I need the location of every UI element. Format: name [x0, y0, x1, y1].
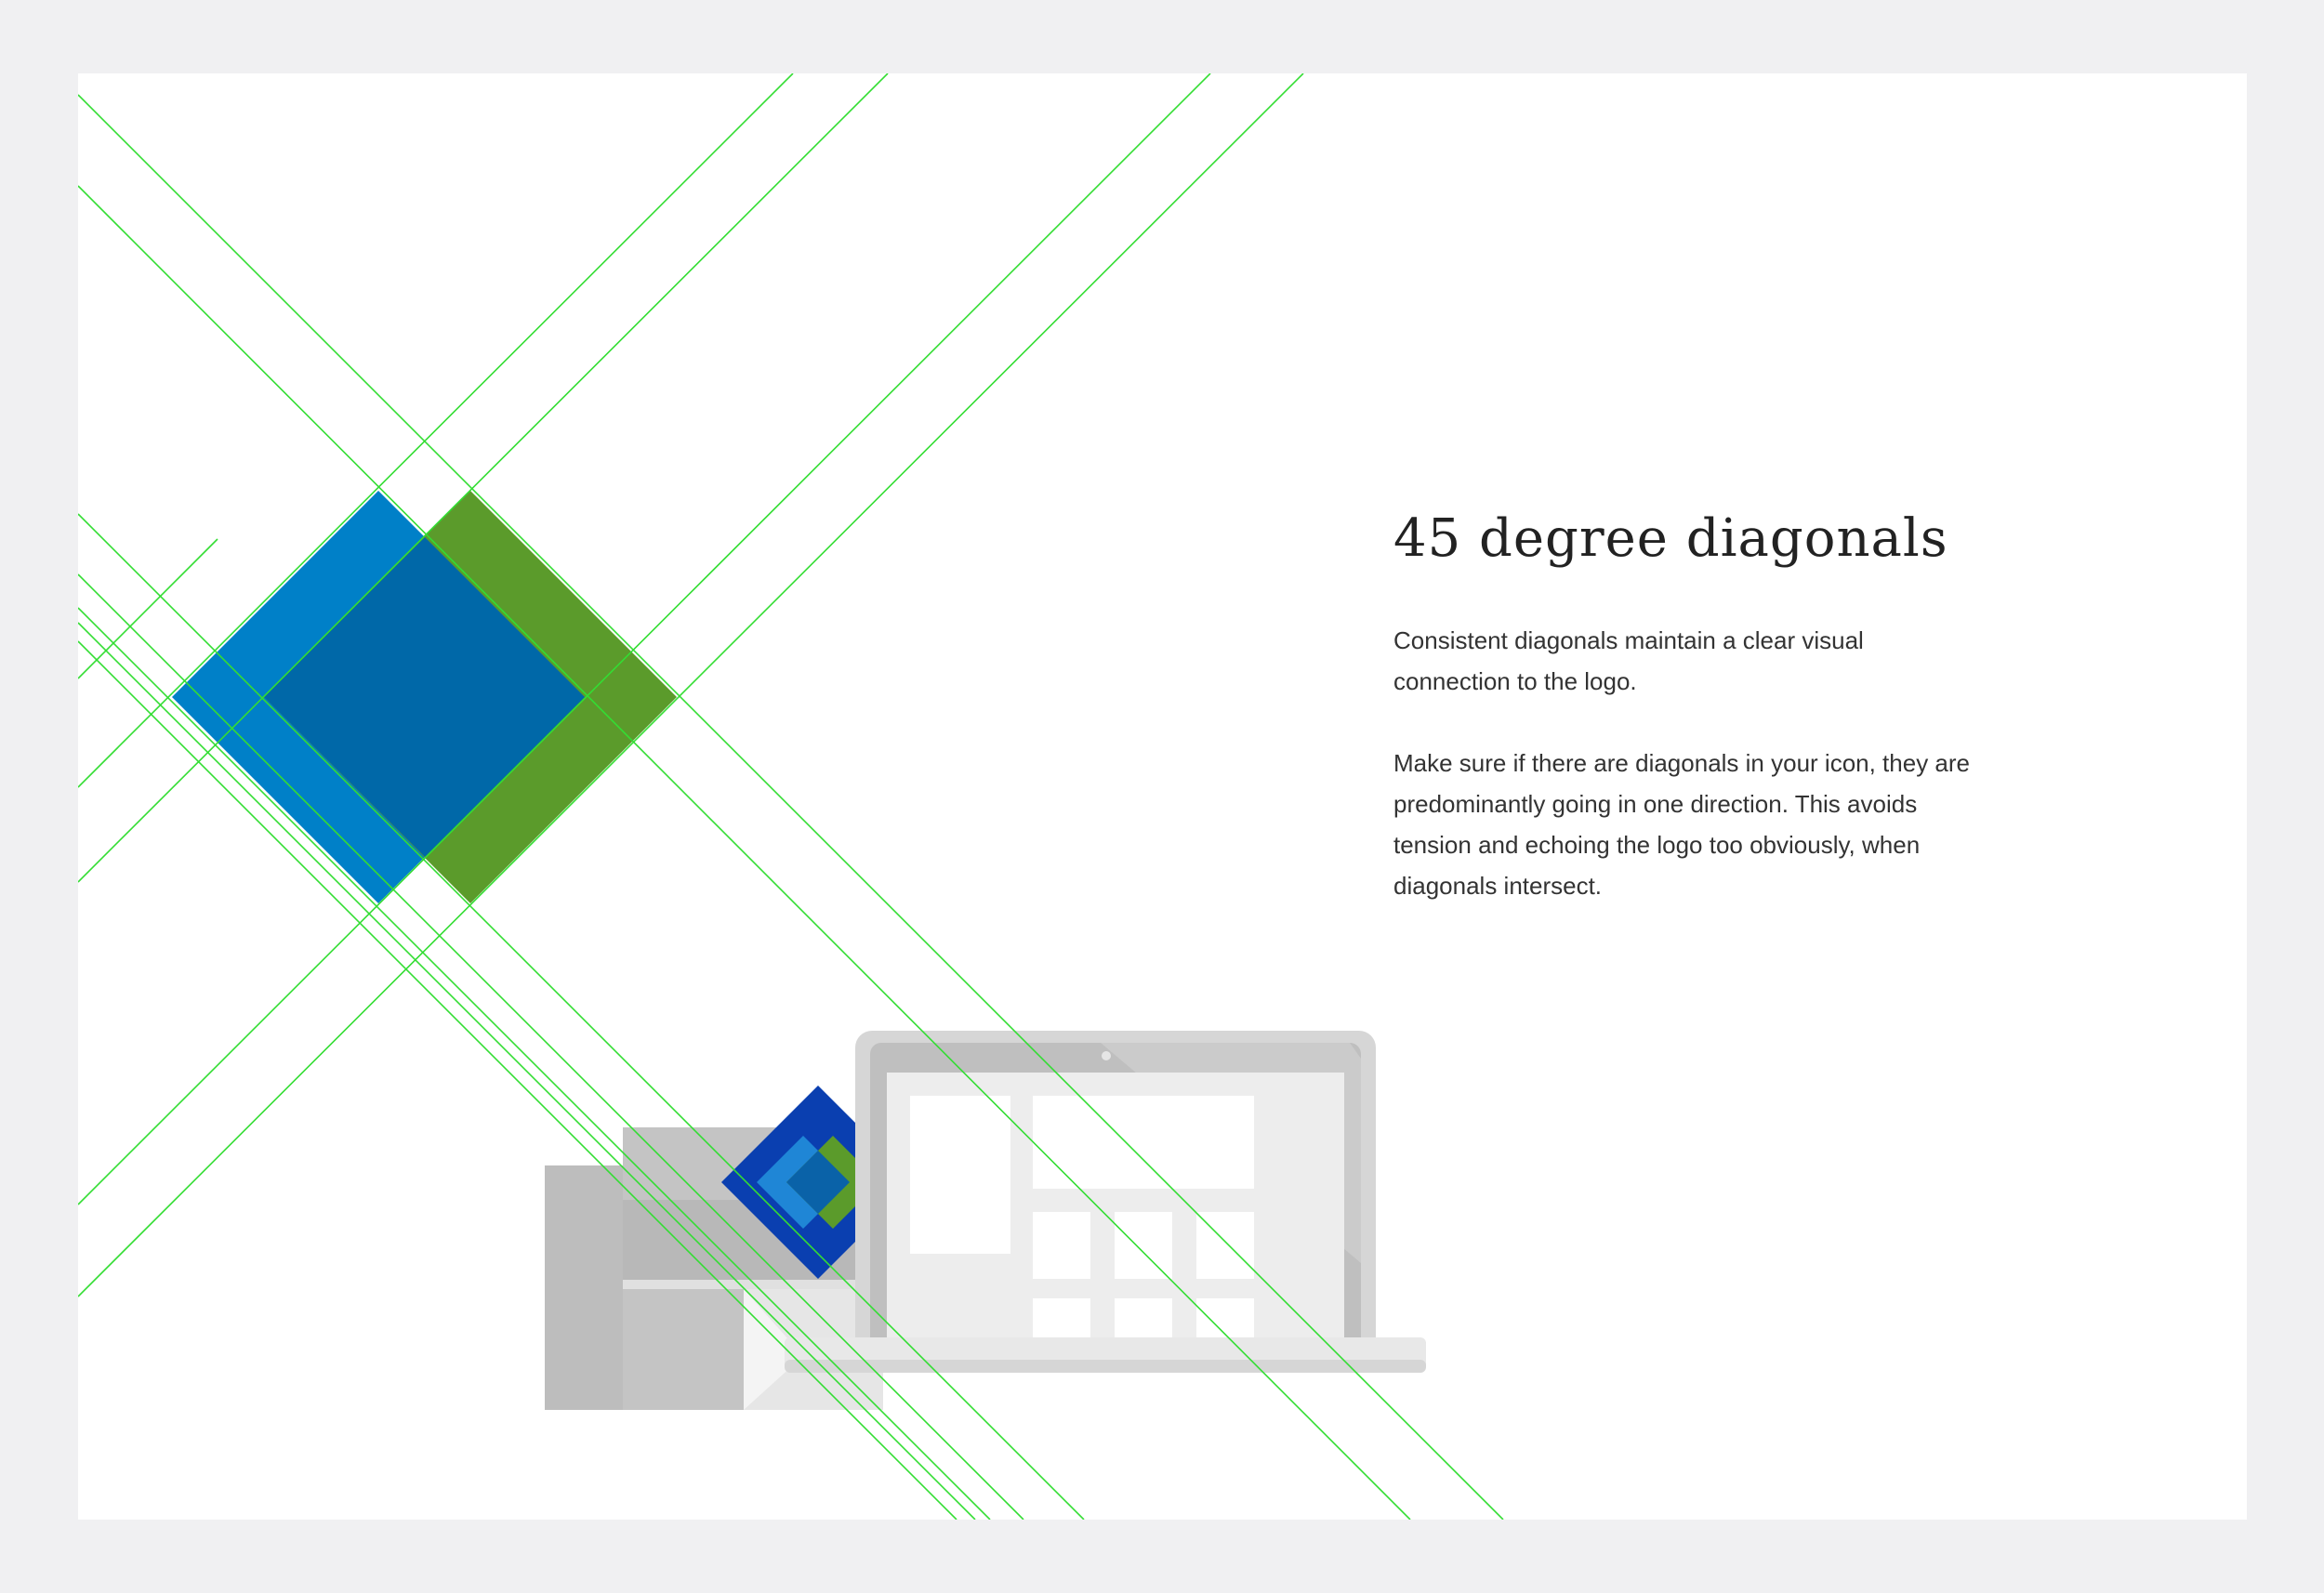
text-block: 45 degree diagonals Consistent diagonals…	[1393, 510, 2044, 906]
diamond-logo-icon	[172, 491, 677, 903]
guidance-paragraph: Make sure if there are diagonals in your…	[1393, 748, 1971, 900]
laptop-icon	[785, 1031, 1426, 1373]
content-card: 45 degree diagonals Consistent diagonals…	[78, 73, 2247, 1520]
description-paragraph: Consistent diagonals maintain a clear vi…	[1393, 625, 1864, 695]
page-title: 45 degree diagonals	[1393, 508, 1948, 569]
